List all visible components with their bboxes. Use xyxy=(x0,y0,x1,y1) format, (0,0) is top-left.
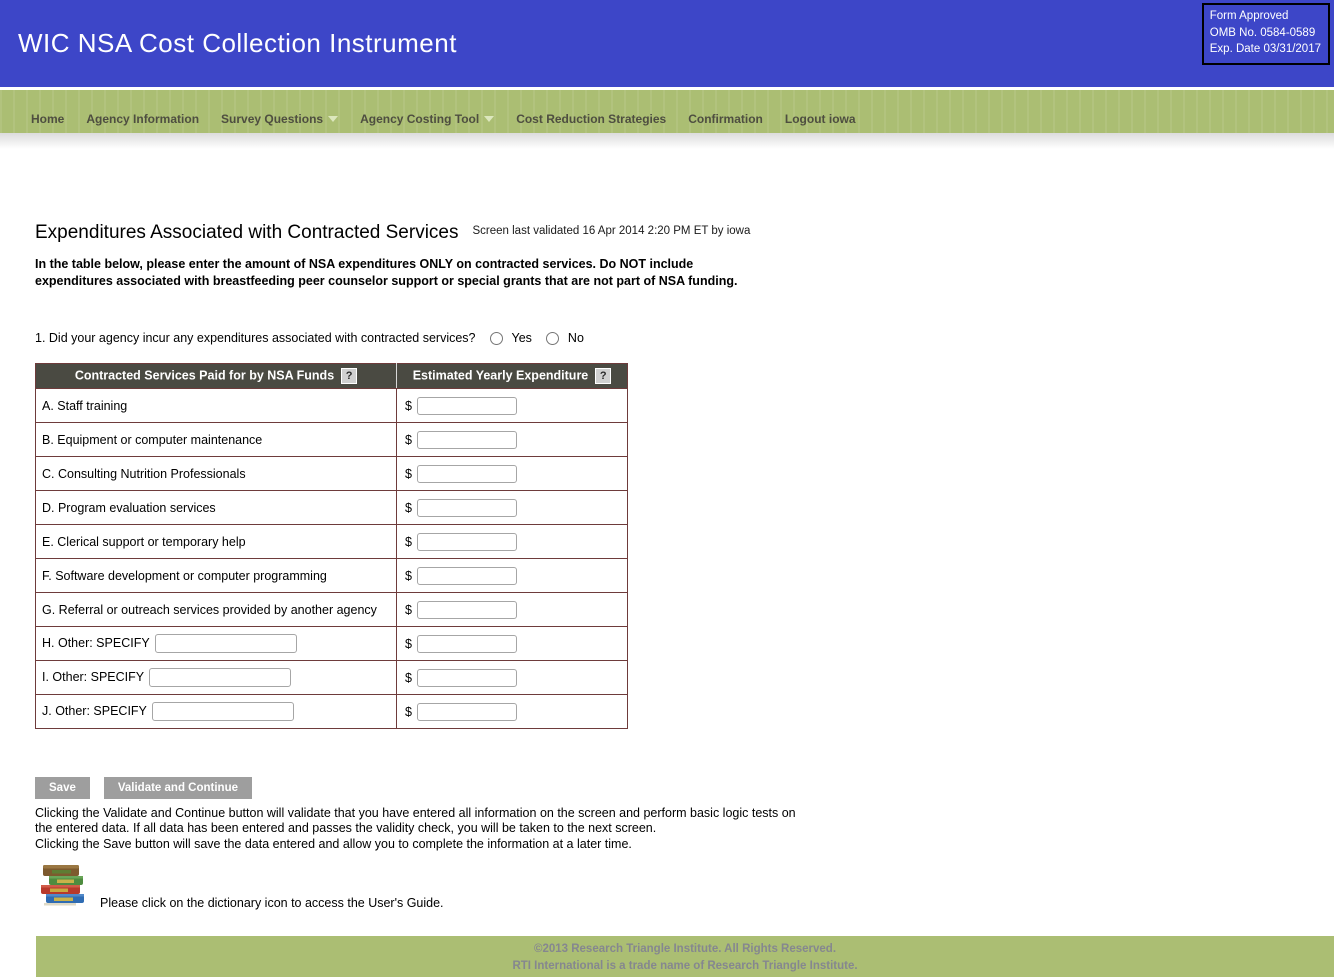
nav-item-cost-reduction-strategies[interactable]: Cost Reduction Strategies xyxy=(516,112,666,126)
row-label: B. Equipment or computer maintenance xyxy=(42,432,263,447)
table-row: E. Clerical support or temporary help $ xyxy=(35,524,628,559)
nav-item-label: Survey Questions xyxy=(221,112,324,126)
question-1: 1. Did your agency incur any expenditure… xyxy=(35,331,1334,345)
nav-item-label: Logout iowa xyxy=(784,112,856,126)
table-row: D. Program evaluation services $ xyxy=(35,490,628,525)
expenditure-input[interactable] xyxy=(416,600,517,619)
nav-item-label: Cost Reduction Strategies xyxy=(516,112,667,126)
row-label: G. Referral or outreach services provide… xyxy=(42,602,377,617)
table-row: I. Other: SPECIFY $ xyxy=(35,660,628,695)
currency-symbol: $ xyxy=(405,534,412,549)
nav-item-agency-information[interactable]: Agency Information xyxy=(86,112,199,126)
row-label: H. Other: SPECIFY xyxy=(42,635,150,650)
expenditure-input[interactable] xyxy=(416,668,517,687)
currency-symbol: $ xyxy=(405,636,412,651)
save-button[interactable]: Save xyxy=(35,777,90,799)
expenditure-input[interactable] xyxy=(416,498,517,517)
currency-symbol: $ xyxy=(405,432,412,447)
expenditure-input[interactable] xyxy=(416,532,517,551)
expenditure-input[interactable] xyxy=(416,634,517,653)
col-header-services-label: Contracted Services Paid for by NSA Fund… xyxy=(74,368,335,383)
currency-symbol: $ xyxy=(405,500,412,515)
form-approved-line2: OMB No. 0584-0589 xyxy=(1209,26,1316,39)
question-1-text: 1. Did your agency incur any expenditure… xyxy=(35,331,476,345)
nav-item-label: Confirmation xyxy=(688,112,763,126)
validate-continue-button[interactable]: Validate and Continue xyxy=(103,777,252,799)
nav-item-agency-costing-tool[interactable]: Agency Costing Tool xyxy=(360,112,495,126)
nav-item-confirmation[interactable]: Confirmation xyxy=(688,112,763,126)
table-row: H. Other: SPECIFY $ xyxy=(35,626,628,661)
q1-no-radio[interactable] xyxy=(545,331,559,345)
expenditure-table: Contracted Services Paid for by NSA Fund… xyxy=(35,363,628,729)
row-label: J. Other: SPECIFY xyxy=(42,703,147,718)
q1-no-label: No xyxy=(567,331,584,345)
expenditure-input[interactable] xyxy=(416,702,517,721)
nav-item-logout-iowa[interactable]: Logout iowa xyxy=(785,112,856,126)
nav-item-survey-questions[interactable]: Survey Questions xyxy=(221,112,339,126)
form-approved-box: Form Approved OMB No. 0584-0589 Exp. Dat… xyxy=(1201,3,1330,66)
q1-yes-radio[interactable] xyxy=(489,331,503,345)
footer-copyright: ©2013 Research Triangle Institute. All R… xyxy=(533,943,837,955)
currency-symbol: $ xyxy=(405,704,412,719)
row-label: I. Other: SPECIFY xyxy=(42,669,145,684)
currency-symbol: $ xyxy=(405,466,412,481)
table-row: J. Other: SPECIFY $ xyxy=(35,694,628,729)
row-label: E. Clerical support or temporary help xyxy=(42,534,246,549)
main-nav: Home Agency Information Survey Questions… xyxy=(0,90,1334,133)
app-header: WIC NSA Cost Collection Instrument Form … xyxy=(0,0,1334,87)
currency-symbol: $ xyxy=(405,568,412,583)
col-header-services: Contracted Services Paid for by NSA Fund… xyxy=(35,363,397,389)
app-footer: ©2013 Research Triangle Institute. All R… xyxy=(36,936,1334,977)
nav-item-label: Home xyxy=(31,112,65,126)
table-row: B. Equipment or computer maintenance $ xyxy=(35,422,628,457)
actions-description: Clicking the Validate and Continue butto… xyxy=(35,806,796,851)
currency-symbol: $ xyxy=(405,398,412,413)
help-button-services[interactable]: ? xyxy=(341,368,358,384)
row-label: C. Consulting Nutrition Professionals xyxy=(42,466,246,481)
row-label: F. Software development or computer prog… xyxy=(42,568,327,583)
table-row: C. Consulting Nutrition Professionals $ xyxy=(35,456,628,491)
col-header-expenditure-label: Estimated Yearly Expenditure xyxy=(412,368,589,383)
chevron-down-icon xyxy=(328,116,339,122)
other-specify-input[interactable] xyxy=(149,668,292,687)
help-button-expenditure[interactable]: ? xyxy=(595,368,612,384)
other-specify-input[interactable] xyxy=(151,702,294,721)
table-row: G. Referral or outreach services provide… xyxy=(35,592,628,627)
row-label: D. Program evaluation services xyxy=(42,500,216,515)
expenditure-input[interactable] xyxy=(416,464,517,483)
q1-yes-label: Yes xyxy=(511,331,532,345)
expenditure-input[interactable] xyxy=(416,566,517,585)
currency-symbol: $ xyxy=(405,670,412,685)
last-validated-status: Screen last validated 16 Apr 2014 2:20 P… xyxy=(472,225,751,237)
table-row: A. Staff training $ xyxy=(35,388,628,423)
form-approved-line3: Exp. Date 03/31/2017 xyxy=(1209,43,1321,56)
nav-item-home[interactable]: Home xyxy=(31,112,64,126)
expenditure-input[interactable] xyxy=(416,396,517,415)
page-title: Expenditures Associated with Contracted … xyxy=(35,222,459,243)
instructions-text: In the table below, please enter the amo… xyxy=(35,257,738,288)
app-title: WIC NSA Cost Collection Instrument xyxy=(18,28,457,58)
dictionary-note: Please click on the dictionary icon to a… xyxy=(100,895,444,910)
other-specify-input[interactable] xyxy=(154,634,297,653)
nav-item-label: Agency Costing Tool xyxy=(360,112,480,126)
expenditure-input[interactable] xyxy=(416,430,517,449)
col-header-expenditure: Estimated Yearly Expenditure? xyxy=(396,363,628,389)
footer-tradename: RTI International is a trade name of Res… xyxy=(512,959,858,972)
row-label: A. Staff training xyxy=(42,398,128,413)
form-approved-line1: Form Approved xyxy=(1209,10,1289,22)
nav-item-label: Agency Information xyxy=(86,112,200,126)
chevron-down-icon xyxy=(484,116,495,122)
dictionary-books-icon[interactable] xyxy=(38,862,88,913)
currency-symbol: $ xyxy=(405,602,412,617)
nav-shadow xyxy=(0,133,1334,149)
table-row: F. Software development or computer prog… xyxy=(35,558,628,593)
table-header-row: Contracted Services Paid for by NSA Fund… xyxy=(35,363,628,389)
